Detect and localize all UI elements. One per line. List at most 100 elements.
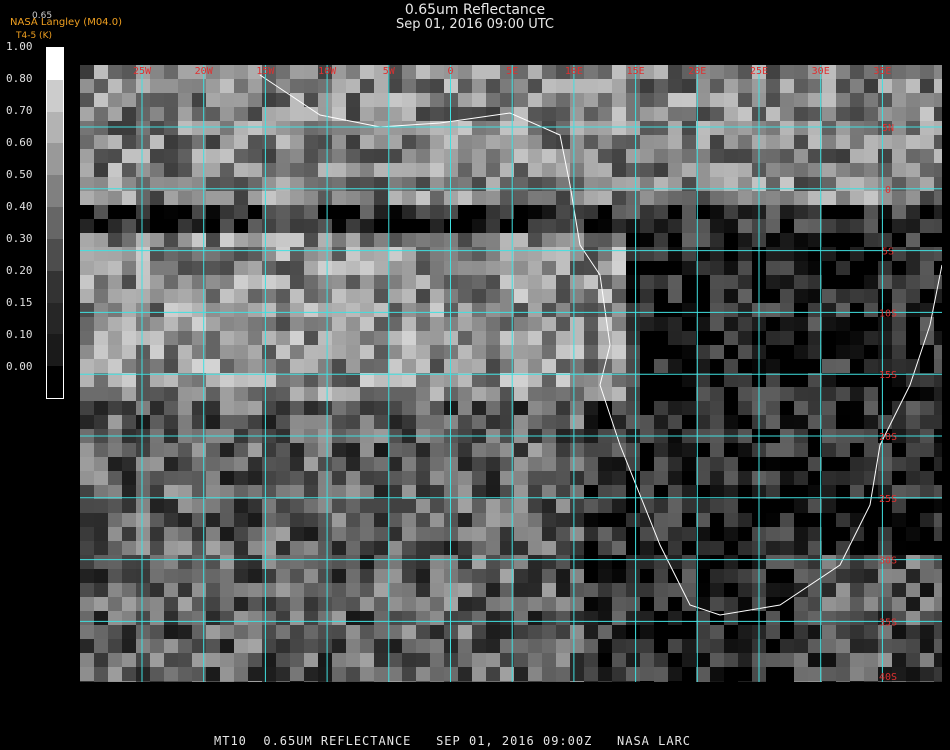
cloud-cell bbox=[892, 387, 906, 401]
cloud-cell bbox=[724, 163, 738, 177]
cloud-cell bbox=[430, 541, 444, 555]
cloud-cell bbox=[570, 639, 584, 653]
cloud-cell bbox=[654, 513, 668, 527]
cloud-cell bbox=[836, 317, 850, 331]
cloud-cell bbox=[486, 667, 500, 681]
cloud-cell bbox=[668, 205, 682, 219]
cloud-cell bbox=[892, 191, 906, 205]
cloud-cell bbox=[150, 681, 164, 682]
cloud-cell bbox=[276, 653, 290, 667]
cloud-cell bbox=[556, 569, 570, 583]
cloud-cell bbox=[822, 653, 836, 667]
cloud-cell bbox=[892, 471, 906, 485]
cloud-cell bbox=[472, 681, 486, 682]
cloud-cell bbox=[402, 65, 416, 79]
cloud-cell bbox=[108, 611, 122, 625]
cloud-cell bbox=[878, 93, 892, 107]
cloud-cell bbox=[360, 667, 374, 681]
cloud-cell bbox=[612, 191, 626, 205]
cloud-cell bbox=[934, 681, 942, 682]
cloud-cell bbox=[514, 667, 528, 681]
lon-label: 10W bbox=[318, 66, 337, 77]
cloud-cell bbox=[290, 541, 304, 555]
cloud-cell bbox=[80, 79, 94, 93]
cloud-cell bbox=[528, 555, 542, 569]
cloud-cell bbox=[598, 317, 612, 331]
cloud-cell bbox=[514, 415, 528, 429]
cloud-cell bbox=[906, 485, 920, 499]
cloud-cell bbox=[374, 401, 388, 415]
cloud-cell bbox=[402, 513, 416, 527]
cloud-cell bbox=[892, 107, 906, 121]
cloud-cell bbox=[150, 625, 164, 639]
cloud-cell bbox=[920, 191, 934, 205]
cloud-cell bbox=[626, 569, 640, 583]
cloud-cell bbox=[682, 219, 696, 233]
cloud-cell bbox=[514, 93, 528, 107]
cloud-cell bbox=[122, 275, 136, 289]
cloud-cell bbox=[122, 415, 136, 429]
cloud-cell bbox=[220, 107, 234, 121]
cloud-cell bbox=[738, 555, 752, 569]
cloud-cell bbox=[892, 93, 906, 107]
cloud-cell bbox=[122, 653, 136, 667]
cloud-cell bbox=[514, 205, 528, 219]
cloud-cell bbox=[556, 107, 570, 121]
cloud-cell bbox=[94, 219, 108, 233]
cloud-cell bbox=[808, 457, 822, 471]
cloud-cell bbox=[122, 93, 136, 107]
cloud-cell bbox=[682, 261, 696, 275]
cloud-cell bbox=[934, 373, 942, 387]
cloud-cell bbox=[346, 415, 360, 429]
cloud-cell bbox=[696, 135, 710, 149]
legend-swatch bbox=[47, 143, 63, 176]
cloud-cell bbox=[654, 387, 668, 401]
cloud-cell bbox=[640, 149, 654, 163]
cloud-cell bbox=[178, 247, 192, 261]
cloud-cell bbox=[276, 555, 290, 569]
cloud-cell bbox=[822, 107, 836, 121]
cloud-cell bbox=[220, 583, 234, 597]
satellite-map[interactable]: 25W 20W 15W 10W 5W 0 5E 10E 15E 20E 25E 30E 35E 5N 0 5S… bbox=[80, 65, 942, 682]
cloud-cell bbox=[710, 163, 724, 177]
cloud-cell bbox=[822, 639, 836, 653]
cloud-cell bbox=[598, 247, 612, 261]
cloud-cell bbox=[416, 275, 430, 289]
cloud-cell bbox=[276, 597, 290, 611]
cloud-cell bbox=[304, 79, 318, 93]
cloud-cell bbox=[374, 499, 388, 513]
cloud-cell bbox=[108, 65, 122, 79]
cloud-cell bbox=[920, 639, 934, 653]
cloud-cell bbox=[822, 555, 836, 569]
cloud-cell bbox=[850, 597, 864, 611]
cloud-cell bbox=[584, 653, 598, 667]
cloud-cell bbox=[94, 569, 108, 583]
cloud-cell bbox=[178, 233, 192, 247]
cloud-cell bbox=[668, 93, 682, 107]
cloud-cell bbox=[472, 485, 486, 499]
cloud-cell bbox=[570, 149, 584, 163]
cloud-cell bbox=[766, 569, 780, 583]
cloud-cell bbox=[892, 289, 906, 303]
cloud-cell bbox=[374, 121, 388, 135]
cloud-cell bbox=[612, 107, 626, 121]
cloud-cell bbox=[164, 415, 178, 429]
cloud-cell bbox=[178, 93, 192, 107]
cloud-cell bbox=[584, 149, 598, 163]
cloud-cell bbox=[374, 93, 388, 107]
cloud-cell bbox=[80, 597, 94, 611]
cloud-cell bbox=[696, 233, 710, 247]
cloud-cell bbox=[206, 191, 220, 205]
cloud-cell bbox=[920, 499, 934, 513]
cloud-cell bbox=[388, 233, 402, 247]
cloud-cell bbox=[836, 163, 850, 177]
cloud-cell bbox=[528, 205, 542, 219]
cloud-cell bbox=[178, 471, 192, 485]
cloud-cell bbox=[794, 303, 808, 317]
cloud-cell bbox=[150, 233, 164, 247]
cloud-cell bbox=[514, 611, 528, 625]
cloud-cell bbox=[94, 93, 108, 107]
cloud-cell bbox=[374, 247, 388, 261]
cloud-cell bbox=[528, 513, 542, 527]
cloud-cell bbox=[388, 499, 402, 513]
